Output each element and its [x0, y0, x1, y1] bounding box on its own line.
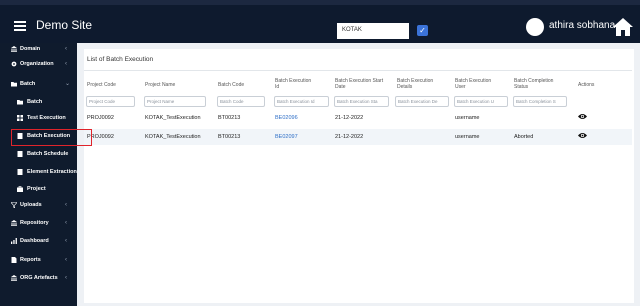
filter-icon	[11, 202, 17, 208]
cell-batch-execution-id-link[interactable]: BE02096	[275, 115, 298, 121]
column-header-user[interactable]: Batch Execution User	[455, 78, 500, 90]
bank-icon	[11, 220, 17, 226]
column-header-batch-execution-id[interactable]: Batch Execution Id	[275, 78, 315, 90]
hamburger-menu-icon[interactable]	[14, 21, 26, 31]
cell-start-date: 21-12-2022	[335, 115, 364, 121]
sidebar-item-label: Repository	[20, 220, 49, 226]
cell-project-code: PROJ0092	[87, 115, 114, 121]
cell-batch-code: BT00213	[218, 115, 241, 121]
bank-icon	[11, 275, 17, 281]
panel-title: List of Batch Execution	[87, 56, 154, 63]
sidebar-subitem-element-extraction[interactable]: Element Extraction	[0, 166, 77, 178]
sidebar-item-repository[interactable]: Repository ‹	[0, 217, 77, 229]
column-header-completion-status[interactable]: Batch Completion Status	[514, 78, 564, 90]
file-icon	[17, 169, 23, 175]
cell-project-name: KOTAK_TestExecution	[145, 134, 201, 140]
sidebar-item-label: Project	[27, 186, 46, 192]
file-icon	[11, 257, 17, 263]
home-icon[interactable]	[612, 17, 634, 37]
sidebar-item-label: Uploads	[20, 202, 42, 208]
column-header-project-code[interactable]: Project Code	[87, 82, 116, 88]
sidebar-item-dashboard[interactable]: Dashboard ‹	[0, 235, 77, 247]
sidebar-item-label: Batch	[27, 99, 43, 105]
grid-icon	[17, 115, 23, 121]
organization-selector[interactable]: KOTAK	[337, 23, 409, 39]
table-row: PROJ0092 KOTAK_TestExecution BT00213 BE0…	[84, 110, 632, 126]
main-content: List of Batch Execution Project Code Pro…	[78, 43, 640, 306]
app-root: Demo Site KOTAK ✓ athira sobhana Domain …	[0, 0, 640, 306]
site-title: Demo Site	[36, 18, 93, 32]
filter-batch-code[interactable]: Batch Code	[217, 96, 265, 107]
sidebar-item-reports[interactable]: Reports ‹	[0, 254, 77, 266]
sidebar-item-org-artefacts[interactable]: ORG Artefacts ‹	[0, 272, 77, 284]
sidebar-item-organization[interactable]: Organization ‹	[0, 58, 77, 70]
cell-start-date: 21-12-2022	[335, 134, 364, 140]
sidebar: Domain ‹ Organization ‹ Batch ⌄ Batch Te…	[0, 43, 77, 306]
sidebar-subitem-batch-schedule[interactable]: Batch Schedule	[0, 148, 77, 160]
sidebar-item-label: Reports	[20, 257, 41, 263]
chevron-left-icon: ‹	[65, 46, 67, 52]
chevron-left-icon: ‹	[65, 275, 67, 281]
cell-batch-code: BT00213	[218, 134, 241, 140]
sidebar-item-label: ORG Artefacts	[20, 275, 58, 281]
bank-icon	[11, 46, 17, 52]
sidebar-item-label: Dashboard	[20, 238, 49, 244]
sidebar-item-batch[interactable]: Batch ⌄	[0, 78, 77, 90]
filter-project-code[interactable]: Project Code	[86, 96, 135, 107]
sidebar-item-domain[interactable]: Domain ‹	[0, 43, 77, 55]
filter-details[interactable]: Batch Execution De	[395, 96, 449, 107]
cell-completion-status: Aborted	[514, 134, 534, 140]
sidebar-item-label: Batch	[20, 81, 36, 87]
view-eye-icon[interactable]	[578, 113, 587, 120]
chevron-left-icon: ‹	[65, 257, 67, 263]
sidebar-item-label: Element Extraction	[27, 169, 77, 175]
briefcase-icon	[17, 186, 23, 192]
top-strip	[0, 0, 640, 5]
top-bar: Demo Site KOTAK ✓ athira sobhana	[0, 0, 640, 43]
chevron-left-icon: ‹	[65, 238, 67, 244]
file-icon	[17, 151, 23, 157]
table-row: PROJ0092 KOTAK_TestExecution BT00213 BE0…	[84, 129, 632, 145]
selection-highlight	[11, 129, 92, 146]
column-header-project-name[interactable]: Project Name	[145, 82, 175, 88]
column-header-batch-code[interactable]: Batch Code	[218, 82, 244, 88]
batch-execution-panel: List of Batch Execution Project Code Pro…	[84, 49, 634, 303]
filter-completion-status[interactable]: Batch Completion S	[513, 96, 567, 107]
user-avatar[interactable]	[526, 18, 544, 36]
chevron-left-icon: ‹	[65, 202, 67, 208]
sidebar-item-uploads[interactable]: Uploads ‹	[0, 199, 77, 211]
filter-user[interactable]: Batch Execution U	[454, 96, 508, 107]
bar-chart-icon	[11, 238, 17, 244]
checkbox-icon[interactable]: ✓	[417, 25, 428, 36]
column-header-actions: Actions	[578, 82, 595, 88]
sidebar-subitem-test-execution[interactable]: Test Execution	[0, 112, 77, 124]
folder-icon	[17, 100, 23, 105]
column-header-start-date[interactable]: Batch Execution Start Date	[335, 78, 385, 90]
cell-user: username	[455, 115, 480, 121]
sidebar-item-label: Test Execution	[27, 115, 66, 121]
filter-batch-execution-id[interactable]: Batch Execution Id	[274, 96, 329, 107]
view-eye-icon[interactable]	[578, 132, 587, 139]
sidebar-item-label: Organization	[20, 61, 54, 67]
cell-user: username	[455, 134, 480, 140]
folder-icon	[11, 82, 17, 87]
sidebar-subitem-batch[interactable]: Batch	[0, 96, 77, 108]
sidebar-item-label: Domain	[20, 46, 41, 52]
chevron-left-icon: ‹	[65, 61, 67, 67]
user-name[interactable]: athira sobhana	[549, 20, 615, 31]
cell-project-name: KOTAK_TestExecution	[145, 115, 201, 121]
chevron-left-icon: ‹	[65, 220, 67, 226]
filter-project-name[interactable]: Project Name	[144, 96, 206, 107]
gear-icon	[11, 61, 17, 67]
chevron-down-icon: ⌄	[65, 81, 71, 87]
divider	[84, 70, 632, 71]
cell-batch-execution-id-link[interactable]: BE02097	[275, 134, 298, 140]
sidebar-item-label: Batch Schedule	[27, 151, 69, 157]
sidebar-subitem-project[interactable]: Project	[0, 183, 77, 195]
filter-start-date[interactable]: Batch Execution Sta	[334, 96, 389, 107]
column-header-details[interactable]: Batch Execution Details	[397, 78, 442, 90]
